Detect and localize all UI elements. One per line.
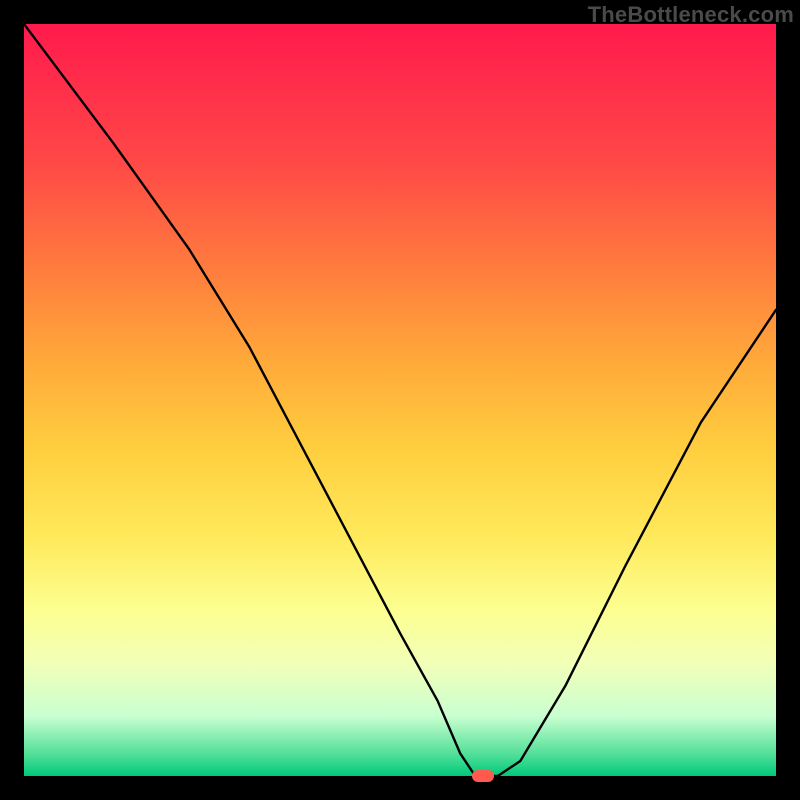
site-watermark: TheBottleneck.com [588,2,794,28]
optimal-point-marker [472,770,494,782]
bottleneck-curve [24,24,776,776]
chart-plot-area [24,24,776,776]
